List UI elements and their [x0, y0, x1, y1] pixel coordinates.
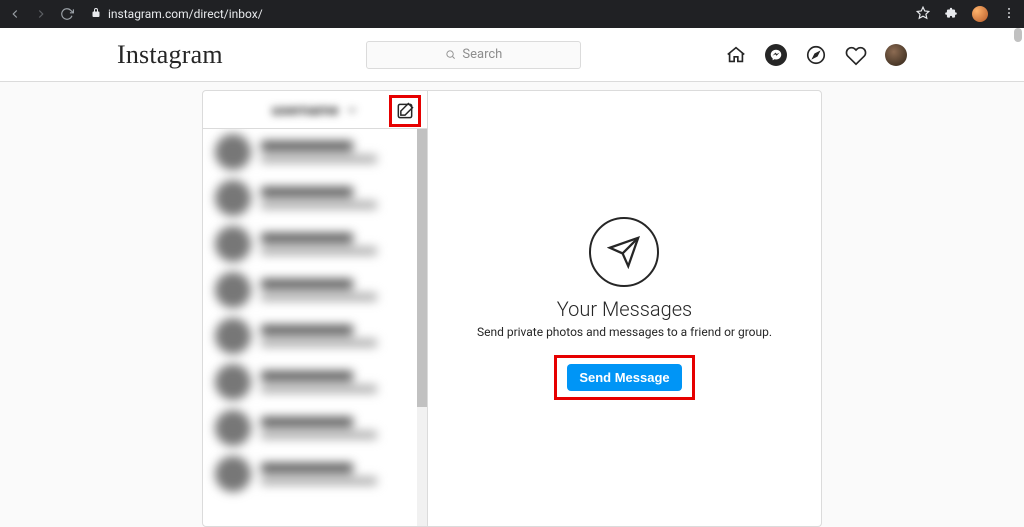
browser-toolbar: instagram.com/direct/inbox/ [0, 0, 1024, 28]
back-icon[interactable] [8, 7, 22, 21]
thread-item[interactable] [203, 129, 427, 175]
direct-inbox-panel: username Your Messages Sen [202, 90, 822, 527]
message-empty-pane: Your Messages Send private photos and me… [428, 91, 821, 526]
reload-icon[interactable] [60, 7, 74, 21]
thread-item[interactable] [203, 175, 427, 221]
inbox-username-selector[interactable]: username [271, 101, 358, 119]
address-bar[interactable]: instagram.com/direct/inbox/ [84, 7, 906, 22]
instagram-logo[interactable]: Instagram [117, 40, 223, 70]
main-content: username Your Messages Sen [0, 82, 1024, 527]
send-icon [607, 235, 641, 269]
inbox-header: username [203, 91, 427, 129]
thread-avatar [215, 134, 251, 170]
empty-title: Your Messages [557, 297, 692, 321]
url-text: instagram.com/direct/inbox/ [108, 7, 263, 21]
thread-item[interactable] [203, 451, 427, 497]
compose-icon [395, 101, 415, 121]
search-icon [445, 49, 456, 60]
thread-list[interactable] [203, 129, 427, 526]
lock-icon [90, 7, 102, 22]
explore-compass-icon[interactable] [805, 44, 827, 66]
thread-avatar [215, 410, 251, 446]
thread-item[interactable] [203, 221, 427, 267]
home-icon[interactable] [725, 44, 747, 66]
bookmark-star-icon[interactable] [916, 6, 930, 23]
thread-avatar [215, 456, 251, 492]
profile-avatar[interactable] [885, 44, 907, 66]
thread-item[interactable] [203, 313, 427, 359]
search-placeholder: Search [462, 47, 502, 62]
annotation-highlight-compose [389, 95, 421, 127]
thread-item[interactable] [203, 405, 427, 451]
send-message-button[interactable]: Send Message [567, 364, 681, 391]
empty-subtitle: Send private photos and messages to a fr… [477, 325, 772, 339]
thread-avatar [215, 364, 251, 400]
thread-avatar [215, 272, 251, 308]
thread-list-scrollbar[interactable] [417, 129, 427, 526]
annotation-highlight-send: Send Message [554, 355, 694, 400]
messenger-icon[interactable] [765, 44, 787, 66]
chevron-down-icon [345, 103, 359, 117]
thread-avatar [215, 180, 251, 216]
activity-heart-icon[interactable] [845, 44, 867, 66]
thread-item[interactable] [203, 267, 427, 313]
thread-item[interactable] [203, 359, 427, 405]
compose-message-button[interactable] [394, 100, 416, 122]
extensions-icon[interactable] [944, 6, 958, 23]
search-input[interactable]: Search [366, 41, 581, 69]
inbox-sidebar: username [203, 91, 428, 526]
thread-avatar [215, 226, 251, 262]
thread-avatar [215, 318, 251, 354]
instagram-top-nav: Instagram Search [0, 28, 1024, 82]
forward-icon[interactable] [34, 7, 48, 21]
browser-profile-avatar[interactable] [972, 6, 988, 22]
browser-menu-icon[interactable] [1002, 6, 1016, 23]
paper-plane-circle-icon [589, 217, 659, 287]
